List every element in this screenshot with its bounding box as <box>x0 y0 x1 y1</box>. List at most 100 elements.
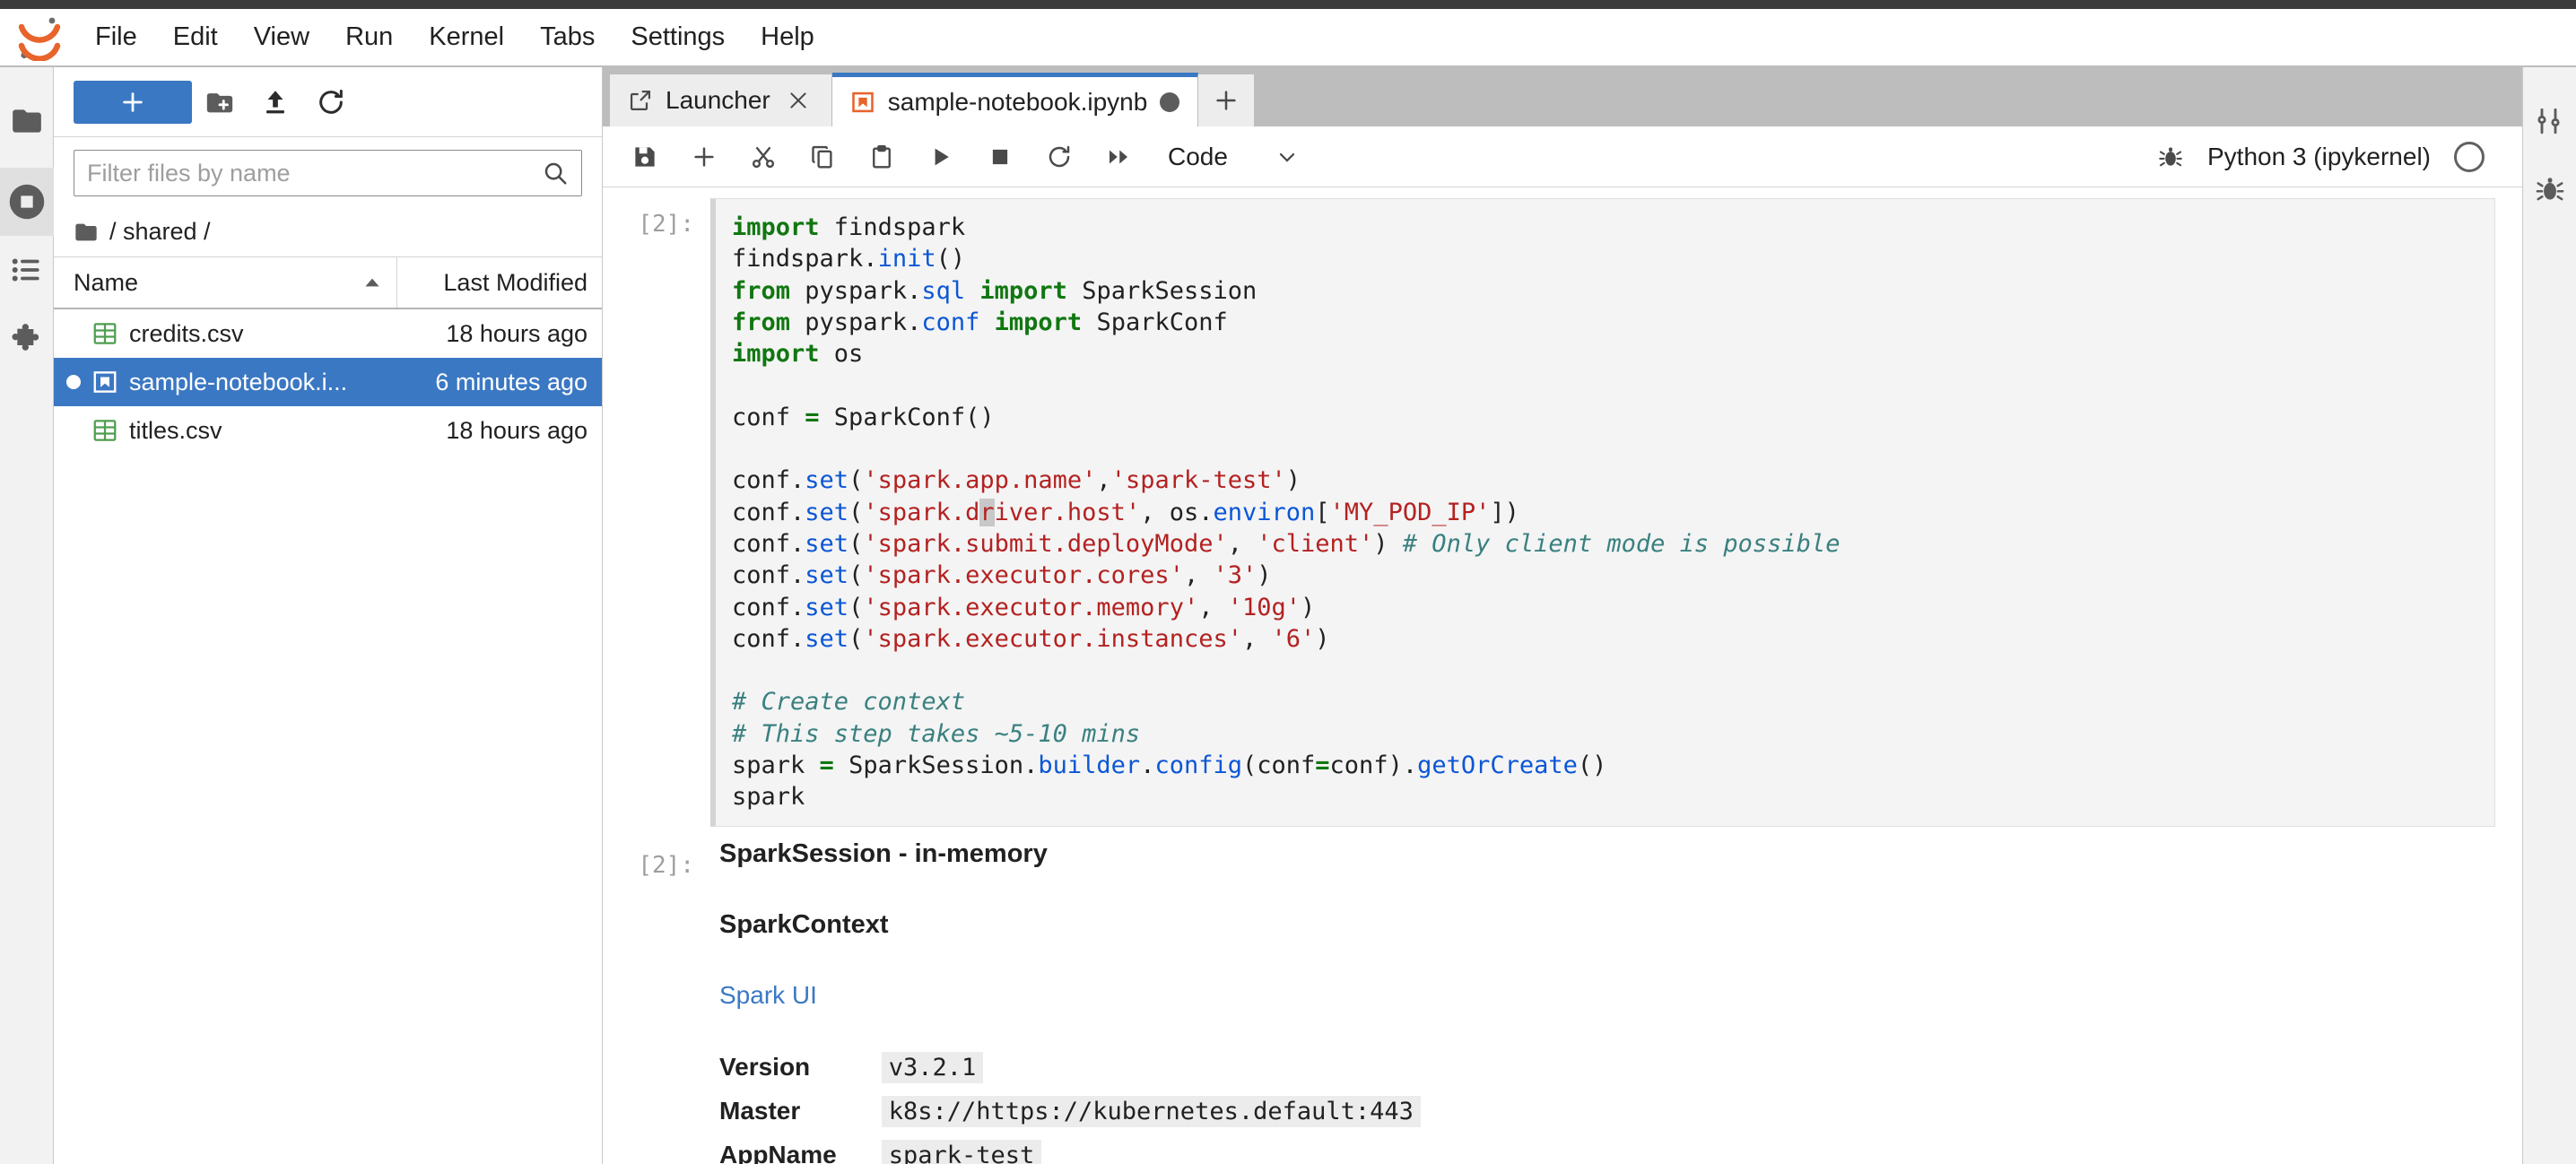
notebook-panel: Code <box>603 126 2522 1164</box>
menu-file[interactable]: File <box>77 17 155 57</box>
menu-view[interactable]: View <box>236 17 327 57</box>
file-modified-label: 18 hours ago <box>397 320 602 348</box>
run-cell-button[interactable] <box>913 132 969 182</box>
tab-sample-notebook[interactable]: sample-notebook.ipynb <box>832 73 1199 126</box>
file-filter-box[interactable] <box>74 150 582 196</box>
code-cell[interactable]: [2]: import findspark findspark.init() f… <box>603 198 2522 827</box>
file-modified-label: 6 minutes ago <box>397 369 602 396</box>
file-name-cell: sample-notebook.i... <box>54 369 397 396</box>
file-name-cell: titles.csv <box>54 417 397 445</box>
plus-icon <box>1213 87 1240 114</box>
fast-forward-icon <box>1105 143 1132 170</box>
file-filter-wrap <box>54 137 602 207</box>
cell-prompt: [2]: <box>603 198 710 827</box>
menu-bar: File Edit View Run Kernel Tabs Settings … <box>0 9 2576 67</box>
insert-cell-button[interactable] <box>676 132 732 182</box>
stop-circle-icon <box>8 183 46 221</box>
menu-run[interactable]: Run <box>327 17 411 57</box>
search-icon[interactable] <box>542 160 569 187</box>
main-body: / shared / Name Last Modified <box>0 67 2576 1164</box>
table-row: AppName spark-test <box>719 1141 1421 1164</box>
column-header-name-label: Name <box>74 269 138 297</box>
list-icon <box>10 253 44 287</box>
new-folder-button[interactable] <box>192 80 248 125</box>
notebook-scroll-area[interactable]: [2]: import findspark findspark.init() f… <box>603 187 2522 1164</box>
sliders-icon <box>2534 105 2566 137</box>
file-list-item-sample-notebook[interactable]: sample-notebook.i... 6 minutes ago <box>54 358 602 406</box>
file-name-label: titles.csv <box>129 417 222 445</box>
column-header-name[interactable]: Name <box>54 257 397 308</box>
folder-icon <box>74 220 99 245</box>
upload-files-button[interactable] <box>248 80 303 125</box>
cut-cells-button[interactable] <box>735 132 791 182</box>
sidebar-item-file-browser[interactable] <box>0 87 54 155</box>
kernel-name-label[interactable]: Python 3 (ipykernel) <box>2207 143 2431 171</box>
save-button[interactable] <box>617 132 673 182</box>
close-icon[interactable] <box>783 85 814 116</box>
upload-icon <box>260 87 291 117</box>
folder-icon <box>10 104 44 138</box>
property-value: spark-test <box>882 1140 1042 1164</box>
search-input[interactable] <box>87 160 542 187</box>
copy-icon <box>809 143 836 170</box>
copy-cells-button[interactable] <box>795 132 850 182</box>
main-dock-area: Launcher sample-notebook.ipynb <box>603 67 2522 1164</box>
notebook-toolbar: Code <box>603 126 2522 187</box>
new-launcher-button[interactable] <box>74 81 192 124</box>
menu-tabs[interactable]: Tabs <box>522 17 613 57</box>
property-key: AppName <box>719 1141 882 1164</box>
tab-label: Launcher <box>666 86 770 115</box>
scissors-icon <box>750 143 777 170</box>
kernel-status-indicator[interactable] <box>2454 142 2485 172</box>
sidebar-item-toc[interactable] <box>0 236 54 304</box>
left-sidebar-rail <box>0 67 54 1164</box>
file-list-item-credits-csv[interactable]: credits.csv 18 hours ago <box>54 309 602 358</box>
refresh-icon <box>316 87 346 117</box>
plus-icon <box>691 143 718 170</box>
jupyter-logo-icon <box>16 14 63 61</box>
menu-kernel[interactable]: Kernel <box>411 17 522 57</box>
menu-edit[interactable]: Edit <box>155 17 236 57</box>
file-list-header: Name Last Modified <box>54 257 602 309</box>
tab-launcher[interactable]: Launcher <box>610 74 832 126</box>
property-value: v3.2.1 <box>882 1052 984 1083</box>
new-tab-button[interactable] <box>1198 74 1254 126</box>
bug-icon[interactable] <box>2157 143 2184 170</box>
menu-settings[interactable]: Settings <box>613 17 743 57</box>
puzzle-icon <box>9 320 45 356</box>
dock-tab-bar: Launcher sample-notebook.ipynb <box>603 67 2522 126</box>
interrupt-kernel-button[interactable] <box>972 132 1028 182</box>
stop-square-icon <box>988 145 1012 169</box>
window-top-strip <box>0 0 2576 9</box>
jupyterlab-window: File Edit View Run Kernel Tabs Settings … <box>0 0 2576 1164</box>
bug-icon <box>2534 173 2566 205</box>
file-name-cell: credits.csv <box>54 320 397 348</box>
spark-ui-link[interactable]: Spark UI <box>719 981 817 1009</box>
restart-kernel-button[interactable] <box>1031 132 1087 182</box>
breadcrumb-path[interactable]: / shared / <box>109 218 211 246</box>
tab-label: sample-notebook.ipynb <box>888 88 1148 117</box>
csv-file-icon <box>91 417 118 444</box>
cell-type-dropdown[interactable]: Code <box>1168 143 1300 171</box>
unsaved-changes-icon[interactable] <box>1160 92 1179 112</box>
property-key: Version <box>719 1053 882 1097</box>
sidebar-item-extensions[interactable] <box>0 304 54 372</box>
restart-run-all-button[interactable] <box>1091 132 1146 182</box>
running-indicator-dot <box>66 375 81 389</box>
output-prompt: [2]: <box>603 839 710 1164</box>
sidebar-item-running[interactable] <box>0 168 54 236</box>
sidebar-item-property-inspector[interactable] <box>2523 87 2576 155</box>
save-icon <box>631 143 658 170</box>
paste-cells-button[interactable] <box>854 132 909 182</box>
property-value-cell: k8s://https://kubernetes.default:443 <box>882 1097 1421 1141</box>
breadcrumb[interactable]: / shared / <box>54 207 602 257</box>
property-value: k8s://https://kubernetes.default:443 <box>882 1096 1421 1127</box>
sidebar-item-debugger[interactable] <box>2523 155 2576 223</box>
code-editor[interactable]: import findspark findspark.init() from p… <box>710 198 2495 827</box>
notebook-file-icon <box>850 90 875 115</box>
column-header-last-modified-label: Last Modified <box>443 269 587 297</box>
menu-help[interactable]: Help <box>743 17 832 57</box>
file-list-item-titles-csv[interactable]: titles.csv 18 hours ago <box>54 406 602 455</box>
refresh-file-list-button[interactable] <box>303 80 359 125</box>
column-header-last-modified[interactable]: Last Modified <box>397 257 602 308</box>
